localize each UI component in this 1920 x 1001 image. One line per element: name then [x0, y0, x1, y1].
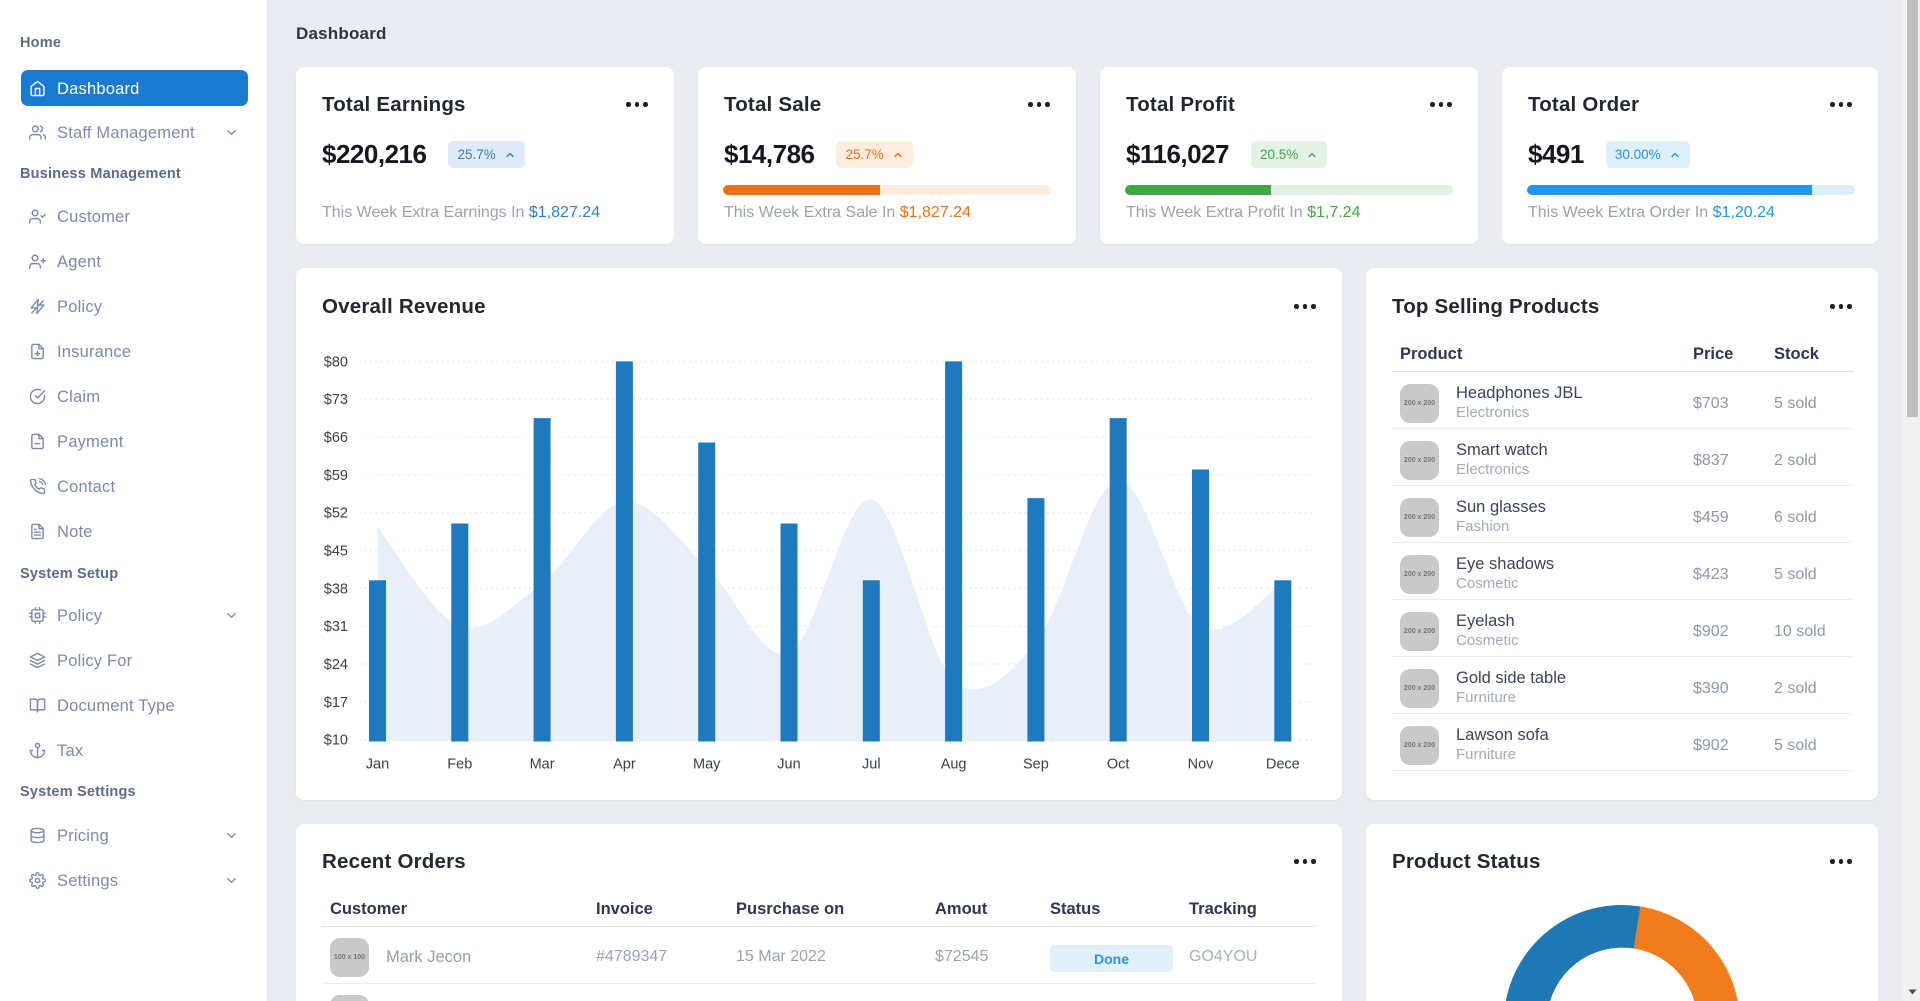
svg-text:Aug: Aug — [941, 757, 967, 773]
svg-text:$73: $73 — [324, 392, 348, 408]
svg-text:Apr: Apr — [613, 757, 636, 773]
svg-text:Dece: Dece — [1266, 757, 1300, 773]
svg-text:Oct: Oct — [1107, 757, 1130, 773]
svg-text:Feb: Feb — [447, 757, 472, 773]
svg-text:Jul: Jul — [862, 757, 881, 773]
svg-text:$52: $52 — [324, 506, 348, 522]
svg-text:$17: $17 — [324, 695, 348, 711]
svg-text:Jun: Jun — [777, 757, 800, 773]
svg-text:$59: $59 — [324, 468, 348, 484]
svg-text:$31: $31 — [324, 619, 348, 635]
svg-text:Sep: Sep — [1023, 757, 1049, 773]
svg-text:$45: $45 — [324, 544, 348, 560]
svg-text:$24: $24 — [324, 657, 348, 673]
svg-text:$80: $80 — [324, 354, 348, 370]
svg-text:$38: $38 — [324, 581, 348, 597]
svg-text:$10: $10 — [324, 733, 348, 749]
svg-text:May: May — [693, 757, 721, 773]
svg-text:Mar: Mar — [530, 757, 555, 773]
svg-text:Jan: Jan — [366, 757, 389, 773]
svg-text:Nov: Nov — [1188, 757, 1215, 773]
svg-text:$66: $66 — [324, 430, 348, 446]
